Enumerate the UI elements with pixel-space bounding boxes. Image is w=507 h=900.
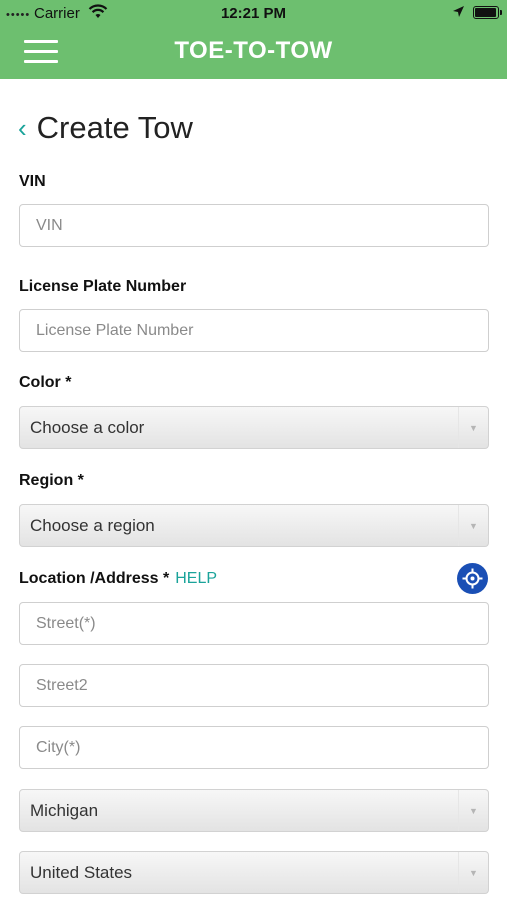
back-chevron-icon[interactable]: ‹ (18, 115, 27, 141)
vin-input[interactable] (19, 204, 489, 247)
license-plate-label: License Plate Number (19, 278, 187, 295)
country-select-value: United States (30, 862, 133, 882)
app-header: ••••• Carrier 12:21 PM TOE-TO-TOW (0, 0, 507, 79)
crosshair-icon (462, 568, 483, 589)
chevron-down-icon: ▼ (458, 505, 488, 546)
state-select-value: Michigan (30, 800, 99, 820)
city-input[interactable] (19, 726, 489, 769)
state-select[interactable]: Michigan ▼ (19, 789, 489, 832)
location-label: Location /Address * HELP (19, 570, 217, 588)
color-label: Color * (19, 374, 72, 391)
help-link[interactable]: HELP (175, 570, 217, 587)
region-label: Region * (19, 472, 84, 489)
region-select-value: Choose a region (30, 515, 155, 535)
locate-me-button[interactable] (457, 563, 488, 594)
color-select[interactable]: Choose a color ▼ (19, 406, 489, 449)
battery-icon (473, 6, 502, 19)
app-title: TOE-TO-TOW (174, 37, 333, 64)
location-label-text: Location /Address * (19, 570, 170, 587)
street2-input[interactable] (19, 664, 489, 707)
page-title: Create Tow (36, 110, 193, 145)
location-arrow-icon (452, 5, 465, 22)
clock: 12:21 PM (220, 5, 287, 22)
chevron-down-icon: ▼ (458, 852, 488, 893)
status-bar: ••••• Carrier 12:21 PM (0, 0, 507, 26)
color-select-value: Choose a color (30, 417, 145, 437)
country-select[interactable]: United States ▼ (19, 851, 489, 894)
license-plate-input[interactable] (19, 309, 489, 352)
chevron-down-icon: ▼ (458, 407, 488, 448)
street-input[interactable] (19, 602, 489, 645)
region-select[interactable]: Choose a region ▼ (19, 504, 489, 547)
vin-label: VIN (19, 173, 46, 190)
page-header: ‹ Create Tow (18, 108, 193, 148)
chevron-down-icon: ▼ (458, 790, 488, 831)
